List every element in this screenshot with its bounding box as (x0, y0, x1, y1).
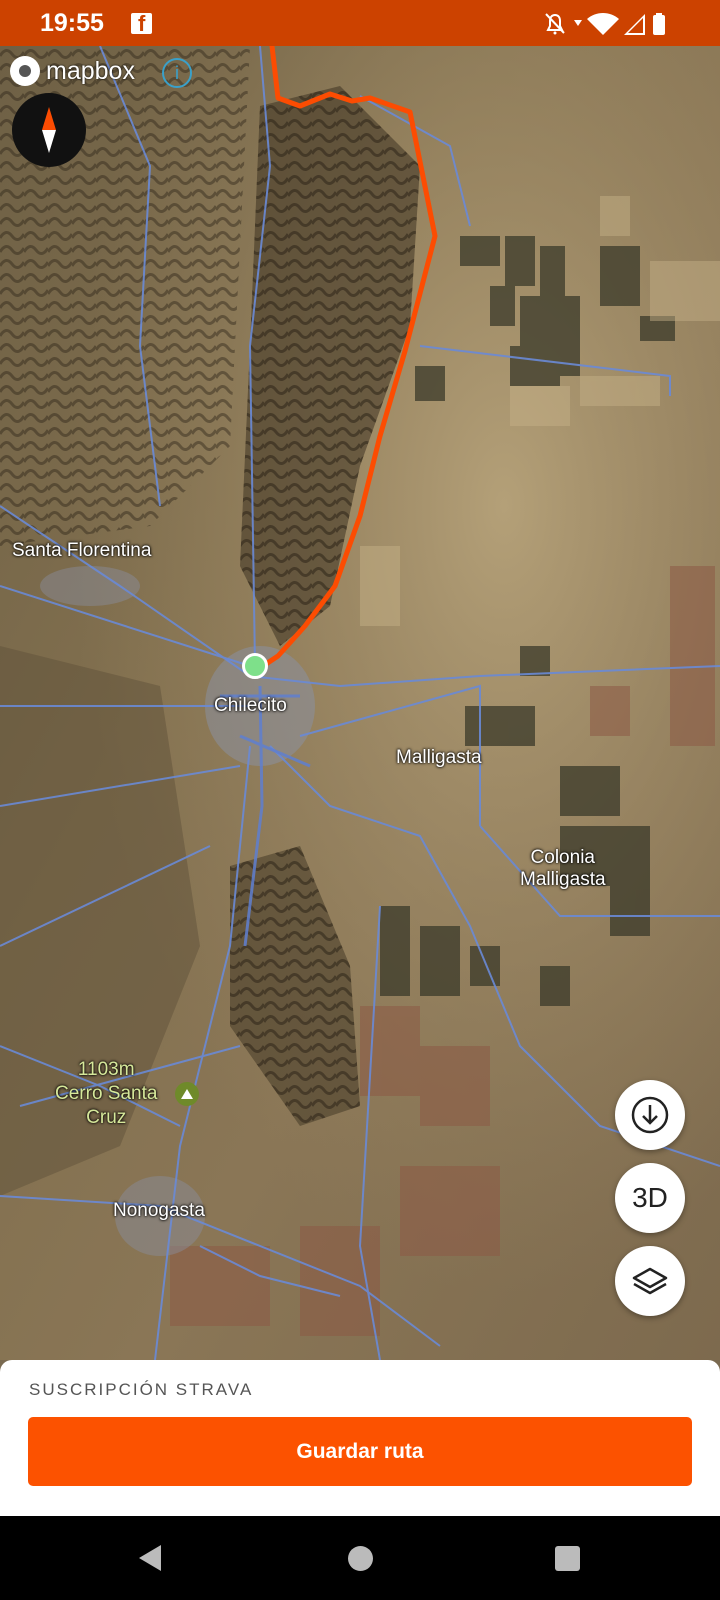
3d-view-button[interactable]: 3D (615, 1163, 685, 1233)
mapbox-logo-icon (10, 56, 40, 86)
map-label-malligasta: Malligasta (396, 747, 482, 768)
peak-elevation-label: 1103m (77, 1059, 135, 1080)
bottom-sheet: SUSCRIPCIÓN STRAVA Guardar ruta (0, 1360, 720, 1516)
map-label-colonia-malligasta: Colonia Malligasta (520, 847, 606, 891)
download-icon (631, 1096, 669, 1134)
status-bar: 19:55 f (0, 0, 720, 46)
compass-icon (42, 107, 56, 153)
status-icons (544, 11, 672, 42)
3d-view-label: 3D (632, 1182, 668, 1213)
wifi-icon (587, 13, 619, 35)
save-route-button[interactable]: Guardar ruta (28, 1417, 692, 1486)
back-icon[interactable] (135, 1543, 165, 1573)
map-label-colonia-line2: Malligasta (520, 869, 606, 890)
cell-signal-icon (624, 14, 645, 35)
mapbox-logo[interactable]: mapbox (10, 56, 135, 86)
dropdown-indicator-icon (574, 20, 582, 26)
mountain-peak-icon (175, 1082, 199, 1106)
system-nav-bar (0, 1516, 720, 1600)
attribution-info-icon[interactable]: i (162, 58, 192, 88)
facebook-icon: f (131, 11, 152, 36)
recents-icon[interactable] (555, 1546, 580, 1571)
map-layers-button[interactable] (615, 1246, 685, 1316)
home-icon[interactable] (348, 1546, 373, 1571)
route-start-marker[interactable] (242, 653, 268, 679)
battery-icon (653, 13, 665, 35)
map-label-chilecito: Chilecito (214, 695, 287, 716)
map-label-santa-florentina: Santa Florentina (12, 540, 152, 561)
map-label-cerro-santa-cruz: 1103m Cerro Santa Cruz (55, 1058, 157, 1130)
map-label-colonia-line1: Colonia (530, 847, 595, 868)
compass-button[interactable] (12, 93, 86, 167)
peak-name-line1: Cerro Santa (55, 1083, 158, 1104)
layers-icon (632, 1267, 668, 1295)
status-time: 19:55 (40, 9, 104, 37)
subscription-label: SUSCRIPCIÓN STRAVA (29, 1380, 254, 1399)
route-line (257, 46, 438, 671)
notifications-off-icon (545, 13, 565, 35)
map-label-nonogasta: Nonogasta (113, 1200, 205, 1221)
download-map-button[interactable] (615, 1080, 685, 1150)
map-view[interactable]: Santa Florentina Chilecito Malligasta Co… (0, 46, 720, 1360)
peak-name-line2: Cruz (86, 1107, 127, 1128)
mapbox-logo-text: mapbox (46, 56, 135, 85)
